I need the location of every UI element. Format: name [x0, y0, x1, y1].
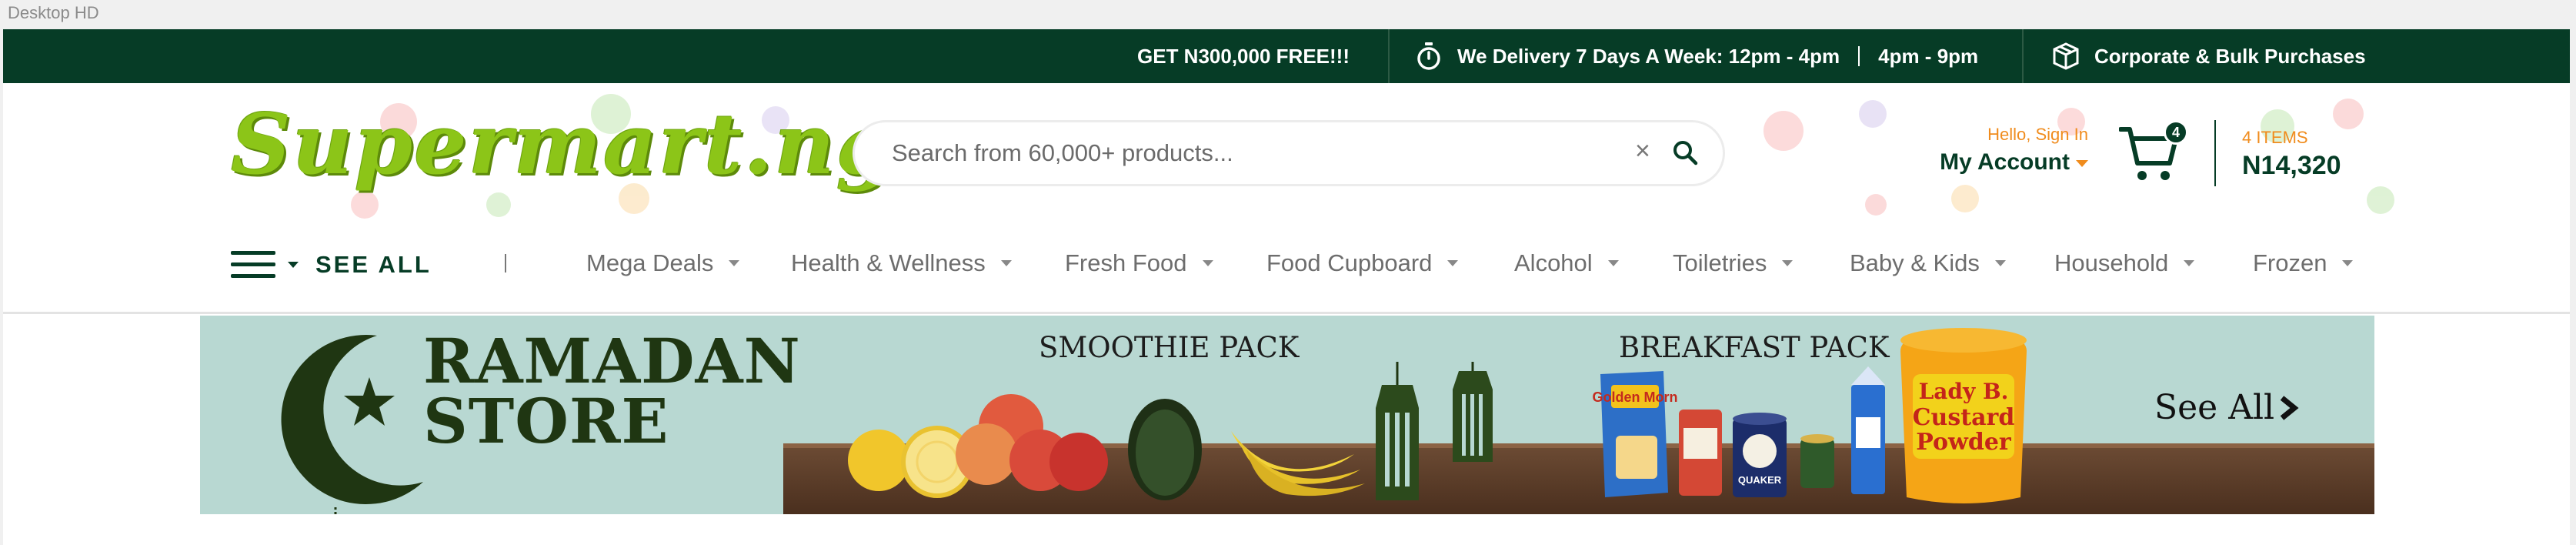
chevron-down-icon: [288, 262, 299, 268]
chevron-down-icon: [1782, 260, 1794, 266]
cart-items-count: 4 ITEMS: [2242, 128, 2308, 147]
top-bar-divider: [2022, 29, 2024, 83]
chevron-down-icon: [729, 260, 740, 266]
nav-item-label: Toiletries: [1673, 249, 1767, 276]
promo-link[interactable]: GET N300,000 FREE!!!: [1137, 29, 1350, 83]
smoothie-fruits-image: [848, 362, 1493, 500]
search-icon[interactable]: [1672, 139, 1698, 166]
corporate-label: Corporate & Bulk Purchases: [2094, 44, 2366, 68]
see-all-label: SEE ALL: [315, 251, 432, 278]
crescent-moon-icon: [281, 335, 423, 514]
stopwatch-icon: [1417, 42, 1440, 70]
nav-item-label: Mega Deals: [586, 249, 714, 276]
page: GET N300,000 FREE!!! We Delivery 7 Days …: [3, 29, 2570, 545]
custard-label-line-3: Powder: [1916, 429, 2012, 456]
chevron-down-icon: [2184, 260, 2195, 266]
delivery-hours-2: 4pm - 9pm: [1878, 44, 1979, 68]
golden-morn-label: Golden Morn: [1593, 390, 1678, 405]
chevron-down-icon: [1994, 260, 2006, 266]
my-account-label: My Account: [1927, 149, 2088, 176]
nav-item-baby-kids[interactable]: Baby & Kids: [1850, 249, 2006, 277]
delivery-separator: [1858, 46, 1860, 66]
header: Supermart.ng × Hello, Sign In My Account…: [3, 83, 2570, 222]
nav-item-food-cupboard[interactable]: Food Cupboard: [1266, 249, 1459, 277]
category-nav: SEE ALL Mega Deals Health & Wellness Fre…: [3, 222, 2570, 314]
banner-title: RAMADAN STORE: [423, 325, 801, 458]
chevron-down-icon: [1607, 260, 1619, 266]
sign-in-prompt: Hello, Sign In: [1987, 125, 2088, 144]
nav-item-alcohol[interactable]: Alcohol: [1514, 249, 1619, 277]
breakfast-products-image: Golden Morn QUAKER Lady B. Custard Powde…: [1593, 328, 2027, 503]
delivery-hours: We Delivery 7 Days A Week: 12pm - 4pm: [1457, 44, 1840, 68]
search-input[interactable]: [892, 139, 1584, 167]
nav-item-label: Baby & Kids: [1850, 249, 1980, 276]
cart-count-badge: 4: [2164, 120, 2188, 145]
nav-item-mega-deals[interactable]: Mega Deals: [586, 249, 740, 277]
ramadan-store-banner[interactable]: RAMADAN STORE SMOOTHIE PACK BREAKFAST PA…: [200, 316, 2374, 514]
banner-see-all-link[interactable]: See All: [2154, 388, 2301, 427]
nav-item-household[interactable]: Household: [2054, 249, 2195, 277]
nav-item-toiletries[interactable]: Toiletries: [1673, 249, 1794, 277]
account-menu[interactable]: Hello, Sign In My Account: [1927, 125, 2088, 176]
chevron-down-icon: [1202, 260, 1213, 266]
cart-summary[interactable]: 4 ITEMS N14,320: [2242, 128, 2341, 181]
nav-item-label: Health & Wellness: [791, 249, 986, 276]
nav-separator: [505, 254, 506, 272]
nav-item-fresh-food[interactable]: Fresh Food: [1065, 249, 1213, 277]
cart-divider: [2214, 120, 2216, 186]
hamburger-menu-icon: [231, 251, 275, 278]
banner-title-line-2: STORE: [423, 385, 669, 458]
nav-item-label: Frozen: [2253, 249, 2327, 276]
cart-total: N14,320: [2242, 151, 2341, 180]
clear-icon[interactable]: ×: [1635, 136, 1650, 166]
quaker-label: QUAKER: [1738, 474, 1782, 486]
my-account-text: My Account: [1940, 149, 2070, 175]
top-bar: GET N300,000 FREE!!! We Delivery 7 Days …: [3, 29, 2570, 83]
chevron-down-icon: [1447, 260, 1459, 266]
cart-button[interactable]: 4: [2118, 120, 2188, 187]
nav-item-frozen[interactable]: Frozen: [2253, 249, 2354, 277]
chevron-right-icon: [2280, 395, 2299, 420]
nav-item-health-wellness[interactable]: Health & Wellness: [791, 249, 1012, 277]
smoothie-pack-label: SMOOTHIE PACK: [1039, 331, 1300, 364]
nav-item-label: Household: [2054, 249, 2169, 276]
search-bar: ×: [853, 120, 1725, 186]
delivery-info: We Delivery 7 Days A Week: 12pm - 4pm 4p…: [1416, 29, 1978, 83]
frame-label: Desktop HD: [8, 3, 99, 22]
banner-see-all-label: See All: [2154, 388, 2275, 427]
chevron-down-icon: [2342, 260, 2354, 266]
logo[interactable]: Supermart.ng: [231, 103, 896, 186]
nav-item-label: Alcohol: [1514, 249, 1593, 276]
nav-item-label: Fresh Food: [1065, 249, 1187, 276]
chevron-down-icon: [1000, 260, 1012, 266]
corporate-link[interactable]: Corporate & Bulk Purchases: [2053, 29, 2366, 83]
custard-brand-label: Lady B.: [1919, 379, 2009, 404]
see-all-categories-button[interactable]: SEE ALL: [231, 249, 432, 280]
chevron-down-icon: [2076, 159, 2088, 167]
banner-title-line-1: RAMADAN: [423, 325, 801, 397]
nav-item-label: Food Cupboard: [1266, 249, 1433, 276]
custard-label-line-2: Custard: [1913, 404, 2015, 431]
package-icon: [2053, 42, 2079, 70]
top-bar-divider: [1388, 29, 1390, 83]
